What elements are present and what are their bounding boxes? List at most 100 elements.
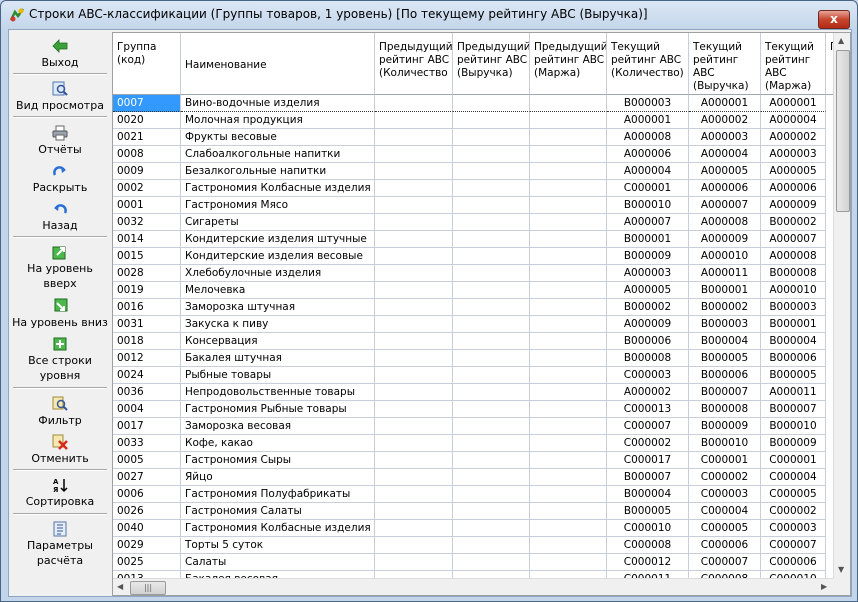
- row-code-cell[interactable]: 0012: [113, 350, 181, 367]
- title-bar[interactable]: Строки ABC-классификации (Группы товаров…: [1, 1, 857, 29]
- table-row[interactable]: 0025 Салаты C000012 C000007 C000006: [113, 554, 833, 571]
- row-prev-qty-cell[interactable]: [375, 401, 453, 418]
- row-name-cell[interactable]: Торты 5 суток: [181, 537, 375, 554]
- row-prev-revenue-cell[interactable]: [453, 163, 530, 180]
- row-prev-margin-cell[interactable]: [530, 537, 607, 554]
- row-prev-margin-cell[interactable]: [530, 469, 607, 486]
- filter-button[interactable]: Фильтр: [11, 396, 109, 428]
- row-cur-margin-cell[interactable]: B000009: [761, 435, 826, 452]
- col-header-prev-qty[interactable]: Предыдущий рейтинг ABC (Количество: [375, 33, 453, 95]
- vertical-scrollbar[interactable]: ▲ ▼: [833, 33, 850, 578]
- row-prev-revenue-cell[interactable]: [453, 520, 530, 537]
- scroll-up-arrow-icon[interactable]: ▲: [838, 36, 844, 45]
- row-cur-revenue-cell[interactable]: C000007: [689, 554, 761, 571]
- row-code-cell[interactable]: 0002: [113, 180, 181, 197]
- table-row[interactable]: 0006 Гастрономия Полуфабрикаты B000004 C000…: [113, 486, 833, 503]
- row-cur-qty-cell[interactable]: A000007: [607, 214, 689, 231]
- row-cur-qty-cell[interactable]: B000005: [607, 503, 689, 520]
- row-code-cell[interactable]: 0020: [113, 112, 181, 129]
- row-code-cell[interactable]: 0007: [113, 95, 181, 112]
- row-prev-revenue-cell[interactable]: [453, 350, 530, 367]
- row-cur-revenue-cell[interactable]: B000006: [689, 367, 761, 384]
- row-cur-qty-cell[interactable]: C000010: [607, 520, 689, 537]
- row-code-cell[interactable]: 0016: [113, 299, 181, 316]
- level-down-button[interactable]: На уровень вниз: [11, 298, 109, 330]
- row-cur-margin-cell[interactable]: A000005: [761, 163, 826, 180]
- row-prev-qty-cell[interactable]: [375, 316, 453, 333]
- level-up-button[interactable]: На уровень вверх: [11, 244, 109, 291]
- row-name-cell[interactable]: Молочная продукция: [181, 112, 375, 129]
- row-cur-revenue-cell[interactable]: A000009: [689, 231, 761, 248]
- row-prev-margin-cell[interactable]: [530, 112, 607, 129]
- col-header-cur-margin[interactable]: Текущий рейтинг ABC (Маржа): [761, 33, 826, 95]
- row-prev-revenue-cell[interactable]: [453, 265, 530, 282]
- row-cur-qty-cell[interactable]: A000003: [607, 265, 689, 282]
- row-cur-revenue-cell[interactable]: A000006: [689, 180, 761, 197]
- row-prev-margin-cell[interactable]: [530, 503, 607, 520]
- row-prev-qty-cell[interactable]: [375, 503, 453, 520]
- row-name-cell[interactable]: Гастрономия Сыры: [181, 452, 375, 469]
- table-row[interactable]: 0009 Безалкогольные напитки A000004 A000005…: [113, 163, 833, 180]
- row-prev-revenue-cell[interactable]: [453, 418, 530, 435]
- table-row[interactable]: 0001 Гастрономия Мясо B000010 A000007 A00000…: [113, 197, 833, 214]
- row-cur-margin-cell[interactable]: B000006: [761, 350, 826, 367]
- row-prev-margin-cell[interactable]: [530, 520, 607, 537]
- horizontal-scroll-thumb[interactable]: |||: [130, 581, 166, 595]
- row-prev-revenue-cell[interactable]: [453, 384, 530, 401]
- row-prev-revenue-cell[interactable]: [453, 469, 530, 486]
- table-row[interactable]: 0033 Кофе, какао C000002 B000010 B000009: [113, 435, 833, 452]
- table-row[interactable]: 0027 Яйцо B000007 C000002 C000004: [113, 469, 833, 486]
- row-cur-qty-cell[interactable]: C000003: [607, 367, 689, 384]
- row-name-cell[interactable]: Слабоалкогольные напитки: [181, 146, 375, 163]
- col-header-prev-margin[interactable]: Предыдущий рейтинг ABC (Маржа): [530, 33, 607, 95]
- row-name-cell[interactable]: Кофе, какао: [181, 435, 375, 452]
- table-row[interactable]: 0005 Гастрономия Сыры C000017 C000001 C00000…: [113, 452, 833, 469]
- col-header-cur-revenue[interactable]: Текущий рейтинг ABC (Выручка): [689, 33, 761, 95]
- row-cur-margin-cell[interactable]: C000002: [761, 503, 826, 520]
- back-button[interactable]: Назад: [11, 201, 109, 233]
- table-row[interactable]: 0019 Мелочевка A000005 B000001 A000010: [113, 282, 833, 299]
- exit-button[interactable]: Выход: [11, 38, 109, 70]
- table-row[interactable]: 0032 Сигареты A000007 A000008 B000002: [113, 214, 833, 231]
- table-row[interactable]: 0040 Гастрономия Колбасные изделия шт C000…: [113, 520, 833, 537]
- row-prev-qty-cell[interactable]: [375, 350, 453, 367]
- row-cur-margin-cell[interactable]: B000010: [761, 418, 826, 435]
- row-prev-margin-cell[interactable]: [530, 146, 607, 163]
- row-cur-revenue-cell[interactable]: B000009: [689, 418, 761, 435]
- row-prev-revenue-cell[interactable]: [453, 333, 530, 350]
- row-cur-revenue-cell[interactable]: A000011: [689, 265, 761, 282]
- row-cur-qty-cell[interactable]: B000001: [607, 231, 689, 248]
- row-prev-revenue-cell[interactable]: [453, 401, 530, 418]
- row-code-cell[interactable]: 0024: [113, 367, 181, 384]
- row-prev-revenue-cell[interactable]: [453, 231, 530, 248]
- row-code-cell[interactable]: 0008: [113, 146, 181, 163]
- row-prev-margin-cell[interactable]: [530, 418, 607, 435]
- row-cur-qty-cell[interactable]: C000001: [607, 180, 689, 197]
- row-name-cell[interactable]: Заморозка весовая: [181, 418, 375, 435]
- row-code-cell[interactable]: 0027: [113, 469, 181, 486]
- row-prev-revenue-cell[interactable]: [453, 452, 530, 469]
- row-code-cell[interactable]: 0017: [113, 418, 181, 435]
- row-prev-margin-cell[interactable]: [530, 554, 607, 571]
- row-prev-qty-cell[interactable]: [375, 214, 453, 231]
- row-cur-revenue-cell[interactable]: C000002: [689, 469, 761, 486]
- row-cur-margin-cell[interactable]: B000007: [761, 401, 826, 418]
- col-header-cur-qty[interactable]: Текущий рейтинг ABC (Количество): [607, 33, 689, 95]
- row-cur-margin-cell[interactable]: A000001: [761, 95, 826, 112]
- row-code-cell[interactable]: 0040: [113, 520, 181, 537]
- table-row[interactable]: 0008 Слабоалкогольные напитки A000006 A0000…: [113, 146, 833, 163]
- row-cur-qty-cell[interactable]: C000002: [607, 435, 689, 452]
- row-prev-qty-cell[interactable]: [375, 197, 453, 214]
- row-prev-revenue-cell[interactable]: [453, 299, 530, 316]
- row-cur-qty-cell[interactable]: B000004: [607, 486, 689, 503]
- row-cur-revenue-cell[interactable]: B000002: [689, 299, 761, 316]
- row-cur-margin-cell[interactable]: A000006: [761, 180, 826, 197]
- row-name-cell[interactable]: Гастрономия Полуфабрикаты: [181, 486, 375, 503]
- row-prev-margin-cell[interactable]: [530, 129, 607, 146]
- row-cur-margin-cell[interactable]: A000003: [761, 146, 826, 163]
- row-name-cell[interactable]: Консервация: [181, 333, 375, 350]
- table-row[interactable]: 0017 Заморозка весовая C000007 B000009 B0000…: [113, 418, 833, 435]
- row-cur-margin-cell[interactable]: B000002: [761, 214, 826, 231]
- row-prev-margin-cell[interactable]: [530, 333, 607, 350]
- row-code-cell[interactable]: 0026: [113, 503, 181, 520]
